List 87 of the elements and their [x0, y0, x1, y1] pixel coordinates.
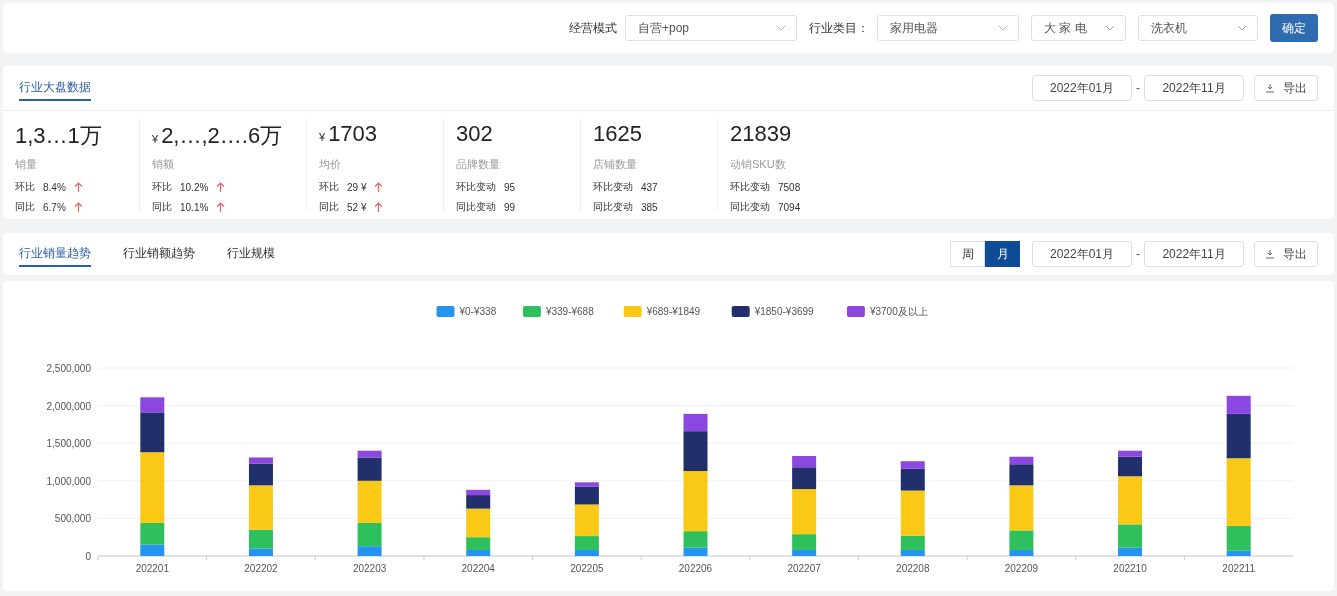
change-label: 同比 [319, 200, 339, 214]
filter-label: 经营模式 [569, 19, 617, 37]
stat-value: 1703 [328, 121, 378, 147]
change-value: 8.4% [43, 181, 66, 193]
axis-label: 202208 [896, 563, 930, 574]
change-value: 7508 [778, 181, 801, 193]
change-label: 环比变动 [456, 180, 496, 194]
export-button[interactable]: 导出 [1254, 241, 1318, 267]
change-value: 99 [504, 201, 516, 213]
stat-value: 302 [456, 121, 493, 147]
download-icon [1265, 249, 1275, 259]
dropdown[interactable]: 洗衣机 [1138, 15, 1258, 41]
dropdown[interactable]: 大 家 电 [1031, 15, 1126, 41]
date-separator: - [1136, 81, 1140, 95]
date-field[interactable]: 2022年01月 [1032, 241, 1132, 267]
change-value: 10.1% [180, 201, 209, 213]
change-label: 环比 [319, 180, 339, 194]
axis-label: 202204 [461, 563, 495, 574]
axis-label: 202209 [1004, 563, 1039, 574]
dropdown[interactable]: 自营+pop [625, 15, 797, 41]
export-button[interactable]: 导出 [1254, 75, 1318, 101]
legend-label: ¥0-¥338 [459, 306, 497, 317]
stat-label: 均价 [319, 157, 342, 172]
change-value: 385 [641, 201, 658, 213]
axis-label: 202207 [787, 563, 821, 574]
change-label: 环比变动 [593, 180, 633, 194]
axis-label: 202211 [1222, 563, 1255, 574]
date-field[interactable]: 2022年11月 [1144, 241, 1244, 267]
change-label: 环比变动 [730, 180, 770, 194]
tab[interactable]: 行业销量趋势 [19, 241, 91, 267]
legend-label: ¥689-¥1849 [646, 306, 701, 317]
stat-value: 2,…,2….6万 [161, 122, 283, 150]
chevron-down-icon [1105, 25, 1115, 31]
change-value: 7094 [778, 201, 801, 213]
change-label: 环比 [152, 180, 172, 194]
legend-label: ¥1850-¥3699 [754, 306, 814, 317]
currency-sign: ¥ [152, 133, 159, 145]
axis-label: 2,500,000 [46, 363, 91, 374]
period-toggle[interactable]: 周 [950, 241, 985, 267]
legend-label: ¥3700及以上 [869, 306, 928, 317]
change-value: 437 [641, 181, 658, 193]
change-label: 同比变动 [593, 200, 633, 214]
stat-label: 动销SKU数 [730, 157, 787, 172]
tab[interactable]: 行业规模 [227, 241, 275, 267]
legend-label: ¥339-¥688 [545, 306, 594, 317]
change-value: 52 ¥ [347, 201, 367, 213]
date-separator: - [1136, 247, 1140, 261]
change-label: 同比变动 [730, 200, 770, 214]
change-label: 同比 [15, 200, 35, 214]
confirm-button[interactable]: 确定 [1270, 14, 1318, 42]
date-field[interactable]: 2022年01月 [1032, 75, 1132, 101]
axis-label: 202206 [678, 563, 713, 574]
axis-label: 202202 [244, 563, 278, 574]
change-value: 10.2% [180, 181, 209, 193]
change-value: 29 ¥ [347, 181, 367, 193]
axis-label: 1,000,000 [46, 475, 91, 487]
axis-label: 2,000,000 [46, 400, 91, 412]
axis-label: 202201 [135, 563, 169, 574]
axis-label: 202205 [570, 563, 604, 574]
chevron-down-icon [776, 25, 786, 31]
tab[interactable]: 行业大盘数据 [19, 75, 91, 101]
change-label: 环比 [15, 180, 35, 194]
stat-label: 销量 [15, 157, 38, 172]
change-value: 95 [504, 181, 516, 193]
stat-label: 店铺数量 [593, 157, 638, 172]
filter-label: 行业类目： [809, 19, 869, 37]
chevron-down-icon [1237, 25, 1247, 31]
stat-label: 品牌数量 [456, 157, 501, 172]
download-icon [1265, 83, 1275, 93]
dropdown[interactable]: 家用电器 [877, 15, 1019, 41]
stat-value: 21839 [730, 121, 792, 147]
change-label: 同比变动 [456, 200, 496, 214]
axis-label: 0 [85, 551, 91, 562]
date-field[interactable]: 2022年11月 [1144, 75, 1244, 101]
chevron-down-icon [998, 25, 1008, 31]
axis-label: 202203 [352, 563, 387, 574]
stat-label: 销额 [152, 157, 175, 172]
stat-value: 1625 [593, 121, 642, 147]
tab[interactable]: 行业销额趋势 [123, 241, 195, 267]
change-label: 同比 [152, 200, 172, 214]
axis-label: 1,500,000 [46, 438, 91, 450]
stat-value: 1,3…1万 [15, 122, 102, 150]
currency-sign: ¥ [319, 131, 326, 143]
axis-label: 500,000 [54, 513, 91, 525]
change-value: 6.7% [43, 201, 66, 213]
period-toggle[interactable]: 月 [985, 241, 1020, 267]
axis-label: 202210 [1113, 563, 1147, 574]
